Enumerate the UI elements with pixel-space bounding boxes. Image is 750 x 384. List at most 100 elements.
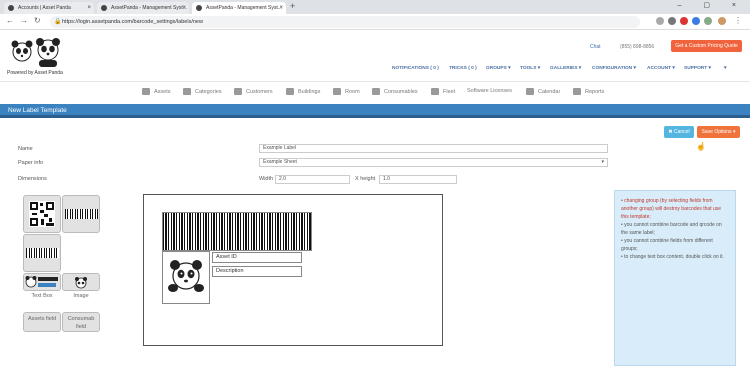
canvas-field-asset-id[interactable]: Asset ID: [212, 252, 302, 263]
extension-icon[interactable]: [692, 17, 700, 25]
customers-icon: [234, 88, 242, 95]
module-menu: Assets Categories Customers Buildings Ro…: [0, 82, 750, 102]
menu-buildings[interactable]: Buildings: [286, 88, 320, 95]
barcode-icon: [26, 248, 59, 258]
qrcode-icon: [29, 201, 55, 227]
nav-account[interactable]: ACCOUNT ▾: [647, 66, 675, 71]
reload-icon[interactable]: ↻: [34, 16, 41, 25]
nav-tools[interactable]: TOOLS ▾: [520, 66, 540, 71]
paper-info-value: Example Sheet: [263, 159, 297, 165]
new-tab-icon[interactable]: +: [290, 1, 295, 11]
lock-icon: 🔒: [54, 19, 62, 25]
width-label: Width: [259, 176, 274, 182]
name-input[interactable]: Example Label: [259, 144, 608, 153]
chat-link[interactable]: Chat: [590, 44, 601, 50]
menu-reports[interactable]: Reports: [573, 88, 604, 95]
fleet-icon: [431, 88, 439, 95]
asset-panda-favicon-icon: [8, 5, 14, 11]
assets-icon: [142, 88, 150, 95]
menu-room[interactable]: Room: [333, 88, 360, 95]
browser-tab-bar: Accounts | Asset Panda × AssetPanda - Ma…: [0, 0, 750, 14]
canvas-field-description[interactable]: Description: [212, 266, 302, 277]
address-bar: ← → ↻ 🔒 https://login.assetpanda.com/bar…: [0, 14, 750, 30]
height-input[interactable]: 1.0: [379, 175, 457, 184]
canvas-image[interactable]: [162, 251, 210, 304]
close-tab-icon[interactable]: ×: [182, 2, 186, 14]
logo-tool[interactable]: [23, 273, 61, 291]
nav-support[interactable]: SUPPORT ▾: [684, 66, 711, 71]
forward-arrow-icon[interactable]: →: [20, 16, 28, 25]
nav-configuration[interactable]: CONFIGURATION ▾: [592, 66, 636, 71]
nav-galleries[interactable]: GALLERIES ▾: [550, 66, 581, 71]
nav-user-menu[interactable]: ▾: [724, 66, 726, 71]
qrcode-tool[interactable]: [23, 195, 61, 233]
page-title: New Label Template: [8, 107, 67, 114]
categories-icon: [183, 88, 191, 95]
profile-avatar[interactable]: [718, 17, 726, 25]
tab-title: Accounts | Asset Panda: [18, 5, 71, 11]
phone-number: (855) 898-8856: [620, 44, 655, 50]
barcode-icon: [65, 209, 98, 219]
nav-groups[interactable]: GROUPS ▾: [486, 66, 511, 71]
site-header: Powered by Asset Panda Chat (855) 898-88…: [0, 30, 750, 82]
extension-icon[interactable]: [704, 17, 712, 25]
back-arrow-icon[interactable]: ←: [6, 16, 14, 25]
consumables-field-tool[interactable]: Consumab field: [62, 312, 100, 332]
asset-panda-logo-icon: [25, 276, 58, 288]
menu-consumables[interactable]: Consumables: [372, 88, 418, 95]
paper-info-select[interactable]: Example Sheet ▾: [259, 158, 608, 167]
canvas-barcode[interactable]: [162, 212, 312, 251]
page-title-bar: New Label Template: [0, 104, 750, 118]
asset-panda-favicon-icon: [101, 5, 107, 11]
info-item: • you cannot combine barcode and qrcode …: [621, 222, 722, 236]
name-label: Name: [18, 146, 33, 152]
paper-info-label: Paper info: [18, 160, 44, 166]
info-item: • you cannot combine fields from differe…: [621, 238, 713, 252]
image-tool-label[interactable]: Image: [62, 293, 100, 299]
extension-icon[interactable]: [656, 17, 664, 25]
close-tab-icon[interactable]: ×: [87, 2, 91, 14]
consumables-icon: [372, 88, 380, 95]
window-controls[interactable]: – ▢ ×: [678, 1, 746, 9]
browser-tab[interactable]: AssetPanda - Management Syst... ×: [97, 2, 189, 14]
browser-tab-active[interactable]: AssetPanda - Management Syst... ×: [192, 2, 286, 14]
url-field[interactable]: 🔒 https://login.assetpanda.com/barcode_s…: [50, 16, 640, 28]
barcode-tool[interactable]: [62, 195, 100, 233]
nav-tricks[interactable]: TRICKS ( 0 ): [449, 66, 477, 71]
browser-tab[interactable]: Accounts | Asset Panda ×: [4, 2, 94, 14]
save-options-button[interactable]: Save Options ▾: [697, 126, 740, 138]
chevron-down-icon: ▾: [601, 159, 604, 165]
powered-by-text: Powered by Asset Panda: [7, 70, 63, 76]
menu-software-licenses[interactable]: Software Licenses: [467, 88, 512, 94]
menu-calendar[interactable]: Calendar: [526, 88, 560, 95]
mouse-cursor-icon: ☝: [696, 142, 706, 151]
text-box-tool[interactable]: Text Box: [23, 293, 61, 299]
close-tab-icon[interactable]: ×: [279, 2, 283, 14]
custom-quote-button[interactable]: Get a Custom Pricing Quote: [671, 40, 742, 52]
height-label: X height: [355, 176, 376, 182]
menu-assets[interactable]: Assets: [142, 88, 171, 95]
nav-notifications[interactable]: NOTIFICATIONS ( 0 ): [392, 66, 439, 71]
info-item: • to change text box content, double cli…: [621, 254, 724, 260]
url-text: https://login.assetpanda.com/barcode_set…: [62, 19, 203, 25]
extension-icon[interactable]: [680, 17, 688, 25]
asset-panda-favicon-icon: [196, 5, 202, 11]
width-input[interactable]: 2.0: [275, 175, 350, 184]
buildings-icon: [286, 88, 294, 95]
extension-icon[interactable]: [668, 17, 676, 25]
assets-field-tool[interactable]: Assets field: [23, 312, 61, 332]
panda-image-icon: [168, 260, 204, 292]
menu-customers[interactable]: Customers: [234, 88, 273, 95]
menu-dots-icon[interactable]: ⋮: [734, 16, 742, 25]
image-tool[interactable]: [62, 273, 100, 291]
asset-panda-logo-icon[interactable]: [8, 36, 64, 68]
info-panel: • changing group (by selecting fields fr…: [614, 190, 736, 366]
barcode-tool-alt[interactable]: [23, 234, 61, 272]
info-item: • changing group (by selecting fields fr…: [621, 198, 722, 220]
reports-icon: [573, 88, 581, 95]
cancel-button[interactable]: ✖ Cancel: [664, 126, 694, 138]
menu-fleet[interactable]: Fleet: [431, 88, 455, 95]
tab-title: AssetPanda - Management Syst...: [111, 5, 187, 11]
tab-title: AssetPanda - Management Syst...: [206, 5, 282, 11]
menu-categories[interactable]: Categories: [183, 88, 222, 95]
